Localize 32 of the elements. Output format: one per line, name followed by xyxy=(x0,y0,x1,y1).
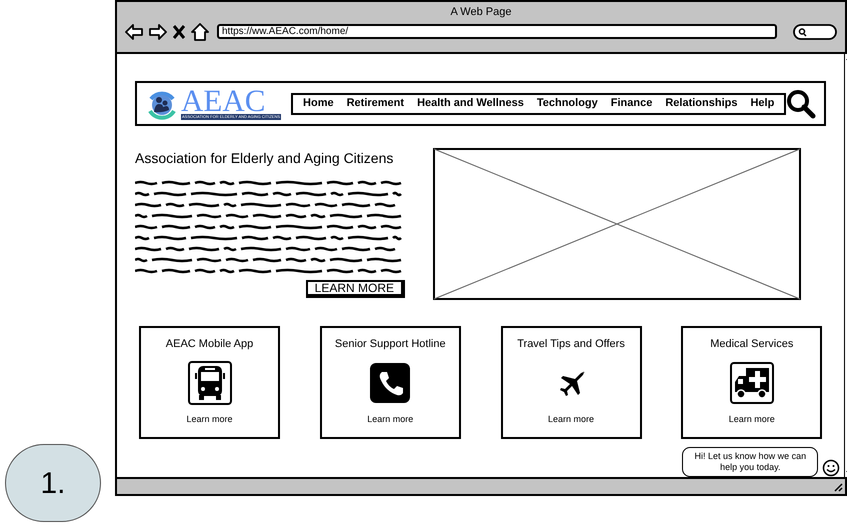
home-icon[interactable] xyxy=(191,22,209,40)
smiley-icon[interactable] xyxy=(822,459,840,477)
card-title: AEAC Mobile App xyxy=(166,337,254,352)
card-title: Travel Tips and Offers xyxy=(517,337,625,352)
resize-grip-icon[interactable] xyxy=(833,482,843,492)
learn-more-link[interactable]: Learn more xyxy=(367,412,414,426)
step-number-badge: 1. xyxy=(5,444,101,522)
learn-more-link[interactable]: Learn more xyxy=(548,412,594,426)
search-icon[interactable] xyxy=(786,88,816,118)
forward-icon[interactable] xyxy=(149,24,167,40)
card-title: Senior Support Hotline xyxy=(334,337,446,352)
learn-more-button[interactable]: LEARN MORE xyxy=(306,280,405,298)
ambulance-icon xyxy=(730,362,774,404)
search-icon[interactable] xyxy=(793,24,837,40)
nav-link[interactable]: Help xyxy=(750,95,774,112)
learn-more-link[interactable]: Learn more xyxy=(728,412,775,426)
logo-wordmark: AEAC xyxy=(181,88,266,114)
learn-more-link[interactable]: Learn more xyxy=(186,412,233,426)
phone-icon xyxy=(370,362,410,402)
nav-link[interactable]: Relationships xyxy=(665,95,738,112)
back-icon[interactable] xyxy=(125,24,143,40)
nav-link[interactable]: Home xyxy=(303,95,334,112)
address-bar[interactable]: https://ww.AEAC.com/home/ xyxy=(217,24,777,39)
bus-icon xyxy=(188,360,232,404)
card-title: Medical Services xyxy=(710,337,794,352)
nav-link[interactable]: Retirement xyxy=(346,95,404,112)
close-icon[interactable] xyxy=(173,24,185,38)
hero-heading: Association for Elderly and Aging Citizens xyxy=(135,149,394,168)
nav-link[interactable]: Finance xyxy=(610,95,652,112)
window-title: A Web Page xyxy=(450,5,512,20)
nav-link[interactable]: Technology xyxy=(536,95,598,112)
nav-link[interactable]: Health and Wellness xyxy=(417,95,524,112)
